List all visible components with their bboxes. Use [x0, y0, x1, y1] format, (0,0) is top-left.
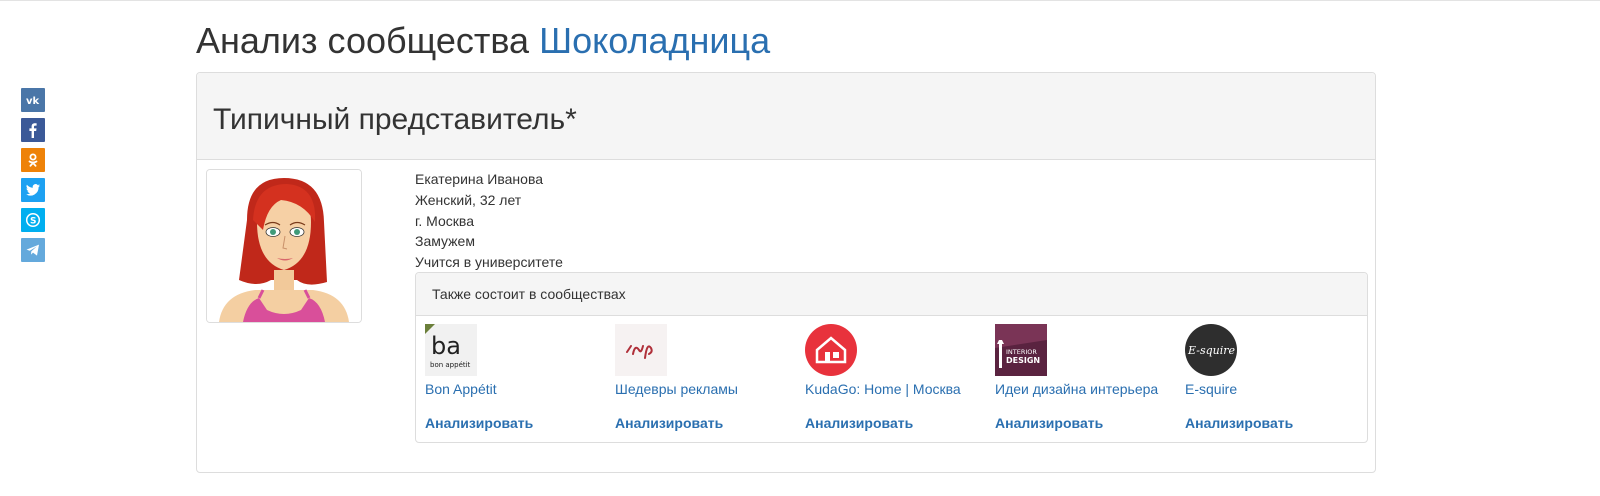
community-name-link[interactable]: Bon Appétit: [425, 380, 605, 398]
odnoklassniki-share-button[interactable]: [21, 148, 45, 172]
interior-design-logo-subtext: DESIGN: [1006, 356, 1040, 365]
top-border: [0, 0, 1600, 1]
analyze-button[interactable]: Анализировать: [805, 415, 985, 431]
community-name-link[interactable]: Шедевры рекламы: [615, 380, 795, 398]
typical-member-panel: Типичный представитель* Екатерина Иванов…: [196, 72, 1376, 473]
telegram-icon: [26, 244, 39, 256]
shedevry-reklamy-logo[interactable]: [615, 324, 667, 376]
panel-heading: Типичный представитель*: [197, 73, 1375, 160]
communities-list: ba bon appétit Bon Appétit Анализировать…: [425, 324, 1367, 439]
avatar-image: [207, 170, 361, 322]
facebook-share-button[interactable]: [21, 118, 45, 142]
interior-design-logo-text: INTERIOR: [1006, 348, 1037, 356]
twitter-share-button[interactable]: [21, 178, 45, 202]
bon-appetit-logo-text: ba: [431, 332, 461, 360]
page-title: Анализ сообщества Шоколадница: [196, 18, 770, 64]
skype-icon: S: [25, 212, 41, 228]
community-item: KudaGo: Home | Москва Анализировать: [805, 324, 985, 431]
vk-share-button[interactable]: vk: [21, 88, 45, 112]
analyze-button[interactable]: Анализировать: [1185, 415, 1365, 431]
telegram-share-button[interactable]: [21, 238, 45, 262]
profile-gender-age: Женский, 32 лет: [415, 191, 522, 208]
profile-city: г. Москва: [415, 212, 474, 229]
kudago-logo[interactable]: [805, 324, 857, 376]
odnoklassniki-icon: [28, 153, 38, 167]
esquire-logo-text: E-squire: [1187, 344, 1235, 357]
svg-text:vk: vk: [26, 96, 40, 107]
skype-share-button[interactable]: S: [21, 208, 45, 232]
interior-design-logo[interactable]: INTERIOR DESIGN: [995, 324, 1047, 376]
avatar: [206, 169, 362, 323]
communities-heading: Также состоит в сообществах: [416, 273, 1367, 316]
community-link[interactable]: Шоколадница: [539, 20, 770, 61]
analyze-button[interactable]: Анализировать: [425, 415, 605, 431]
community-item: INTERIOR DESIGN Идеи дизайна интерьера А…: [995, 324, 1175, 431]
analyze-button[interactable]: Анализировать: [995, 415, 1175, 431]
communities-panel: Также состоит в сообществах ba bon appét…: [415, 272, 1368, 443]
vk-icon: vk: [26, 96, 40, 107]
facebook-icon: [29, 123, 37, 138]
community-name-link[interactable]: Идеи дизайна интерьера: [995, 380, 1175, 398]
page-title-prefix: Анализ сообщества: [196, 20, 530, 61]
community-item: E-squire E-squire Анализировать: [1185, 324, 1365, 431]
svg-text:S: S: [30, 217, 36, 227]
profile-marital-status: Замужем: [415, 233, 475, 250]
profile-name: Екатерина Иванова: [415, 171, 544, 187]
esquire-logo[interactable]: E-squire: [1185, 324, 1237, 376]
panel-heading-title: Типичный представитель*: [213, 103, 577, 136]
community-item: ba bon appétit Bon Appétit Анализировать: [425, 324, 605, 431]
twitter-icon: [26, 184, 40, 196]
profile-education: Учится в университете: [415, 254, 563, 271]
bon-appetit-logo-subtext: bon appétit: [430, 361, 471, 369]
community-name-link[interactable]: KudaGo: Home | Москва: [805, 380, 985, 398]
analyze-button[interactable]: Анализировать: [615, 415, 795, 431]
bon-appetit-logo[interactable]: ba bon appétit: [425, 324, 477, 376]
community-item: Шедевры рекламы Анализировать: [615, 324, 795, 431]
share-bar: vk S: [21, 88, 45, 268]
profile-info: Екатерина Иванова Женский, 32 лет г. Мос…: [415, 169, 563, 273]
community-name-link[interactable]: E-squire: [1185, 380, 1365, 398]
